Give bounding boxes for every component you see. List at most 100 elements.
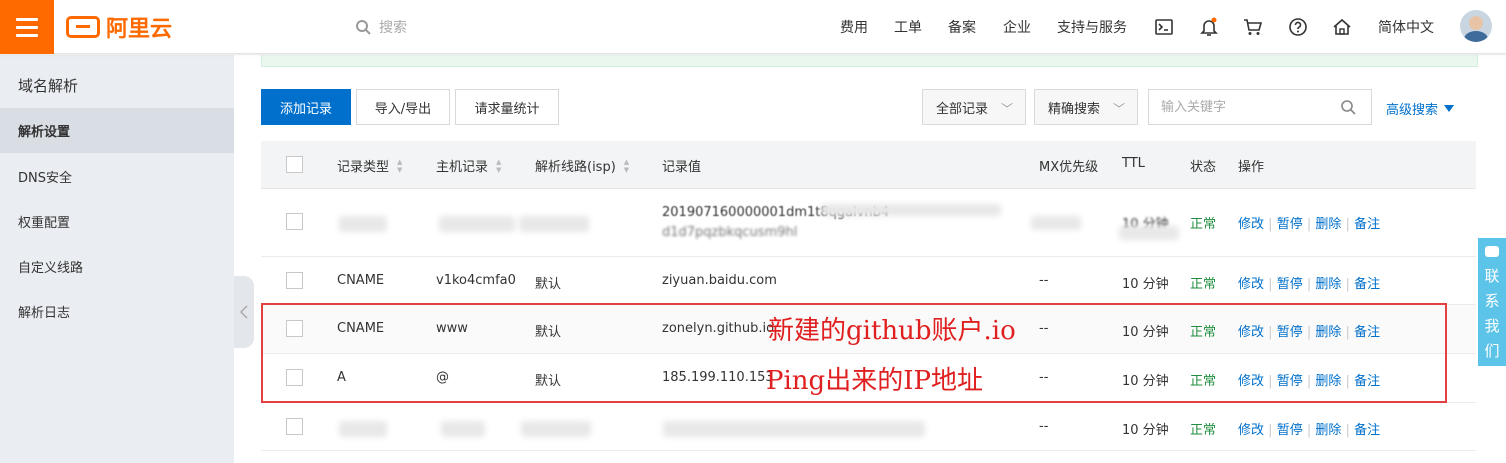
remark-link[interactable]: 备注 bbox=[1354, 374, 1380, 389]
select-all-checkbox[interactable] bbox=[286, 156, 303, 173]
nav-item-support[interactable]: 支持与服务 bbox=[1057, 17, 1127, 37]
status-badge: 正常 bbox=[1190, 217, 1217, 232]
nav-item-tickets[interactable]: 工单 bbox=[894, 17, 922, 37]
sidebar-item-label: 解析日志 bbox=[18, 306, 71, 321]
remark-link[interactable]: 备注 bbox=[1354, 423, 1380, 438]
col-host[interactable]: 主机记录 ▲ ▼ bbox=[436, 156, 501, 175]
annotation-github-io: 新建的github账户.io bbox=[768, 316, 1016, 346]
delete-link[interactable]: 删除 bbox=[1315, 374, 1341, 389]
resolve-line: 默认 bbox=[535, 374, 562, 389]
nav-enterprise[interactable]: 企业 bbox=[1003, 0, 1031, 54]
sidebar-item-custom-line[interactable]: 自定义线路 bbox=[0, 244, 234, 289]
row-checkbox[interactable] bbox=[286, 320, 303, 337]
col-value: 记录值 bbox=[662, 156, 701, 175]
nav-tickets[interactable]: 工单 bbox=[894, 0, 922, 54]
delete-link[interactable]: 删除 bbox=[1315, 277, 1341, 292]
nav-support[interactable]: 支持与服务 bbox=[1057, 0, 1127, 54]
home-icon[interactable] bbox=[1330, 15, 1354, 39]
delete-link[interactable]: 删除 bbox=[1315, 217, 1341, 232]
record-value: ziyuan.baidu.com bbox=[662, 273, 777, 288]
add-record-button[interactable]: 添加记录 bbox=[261, 89, 351, 125]
keyword-input[interactable] bbox=[1148, 89, 1372, 125]
status-badge: 正常 bbox=[1190, 423, 1217, 438]
advanced-search-label: 高级搜索 bbox=[1386, 103, 1439, 118]
status-badge: 正常 bbox=[1190, 325, 1217, 340]
remark-link[interactable]: 备注 bbox=[1354, 277, 1380, 292]
resolve-line: 默认 bbox=[535, 277, 562, 292]
avatar[interactable] bbox=[1460, 10, 1492, 42]
row-checkbox[interactable] bbox=[286, 369, 303, 386]
nav-item-filing[interactable]: 备案 bbox=[948, 17, 976, 37]
delete-link[interactable]: 删除 bbox=[1315, 423, 1341, 438]
language-switch[interactable]: 简体中文 bbox=[1378, 0, 1434, 54]
sidebar-item-log[interactable]: 解析日志 bbox=[0, 289, 234, 334]
sidebar-item-weight[interactable]: 权重配置 bbox=[0, 199, 234, 244]
global-search[interactable]: 搜索 bbox=[355, 16, 407, 38]
table-row: 201907160000001dm1t8qgalvnb4 d1d7pqzbkqc… bbox=[261, 190, 1476, 257]
terminal-icon[interactable] bbox=[1152, 15, 1176, 39]
sidebar-item-label: 权重配置 bbox=[18, 216, 71, 231]
collapse-sidebar-icon[interactable] bbox=[234, 276, 254, 348]
pause-link[interactable]: 暂停 bbox=[1277, 374, 1303, 389]
request-stats-button[interactable]: 请求量统计 bbox=[455, 89, 559, 125]
pause-link[interactable]: 暂停 bbox=[1277, 325, 1303, 340]
brand-logo[interactable]: 阿里云 bbox=[66, 12, 172, 42]
blurred-line bbox=[521, 421, 591, 437]
menu-icon[interactable] bbox=[0, 0, 54, 54]
col-line[interactable]: 解析线路(isp) ▲ ▼ bbox=[535, 156, 629, 175]
edit-link[interactable]: 修改 bbox=[1238, 217, 1264, 232]
sidebar-item-dns-security[interactable]: DNS安全 bbox=[0, 154, 234, 199]
table-header: 记录类型 ▲ ▼ 主机记录 ▲ ▼ 解析线路(isp) ▲ ▼ 记录值 MX优先级 TTL … bbox=[261, 141, 1476, 189]
blurred-value bbox=[821, 204, 1001, 216]
record-type: CNAME bbox=[337, 273, 385, 288]
ttl-value: 10 分钟 bbox=[1122, 277, 1169, 292]
ttl-value: 10 分钟 bbox=[1122, 325, 1169, 340]
blurred-ttl bbox=[1119, 226, 1179, 240]
pause-link[interactable]: 暂停 bbox=[1277, 277, 1303, 292]
search-mode-select[interactable]: 精确搜索 ﹀ bbox=[1034, 89, 1138, 125]
delete-link[interactable]: 删除 bbox=[1315, 325, 1341, 340]
col-host-label: 主机记录 bbox=[436, 160, 489, 175]
sidebar-item-settings[interactable]: 解析设置 bbox=[0, 108, 234, 153]
status-badge: 正常 bbox=[1190, 277, 1217, 292]
main-content: 添加记录 导入/导出 请求量统计 全部记录 ﹀ 精确搜索 ﹀ 高级搜索 记录类型… bbox=[234, 55, 1506, 463]
record-filter-select[interactable]: 全部记录 ﹀ bbox=[922, 89, 1026, 125]
row-checkbox[interactable] bbox=[286, 418, 303, 435]
mx-priority: -- bbox=[1039, 419, 1049, 434]
record-type: A bbox=[337, 370, 346, 385]
contact-us-tab[interactable]: 联 系 我 们 bbox=[1478, 238, 1506, 366]
nav-filing[interactable]: 备案 bbox=[948, 0, 976, 54]
bell-icon[interactable] bbox=[1197, 15, 1221, 39]
edit-link[interactable]: 修改 bbox=[1238, 374, 1264, 389]
search-icon[interactable] bbox=[1340, 99, 1356, 115]
pause-link[interactable]: 暂停 bbox=[1277, 217, 1303, 232]
import-export-button[interactable]: 导入/导出 bbox=[356, 89, 450, 125]
remark-link[interactable]: 备注 bbox=[1354, 217, 1380, 232]
col-mx-label: MX优先级 bbox=[1039, 160, 1099, 175]
mx-priority: -- bbox=[1039, 370, 1049, 385]
remark-link[interactable]: 备注 bbox=[1354, 325, 1380, 340]
blurred-host bbox=[441, 421, 485, 437]
advanced-search-link[interactable]: 高级搜索 bbox=[1386, 99, 1455, 118]
blurred-host bbox=[439, 216, 515, 232]
table-row: -- 10 分钟 正常 修改 | 暂停 | 删除 | 备注 bbox=[261, 403, 1476, 451]
nav-item-fees[interactable]: 费用 bbox=[840, 17, 868, 37]
nav-item-enterprise[interactable]: 企业 bbox=[1003, 17, 1031, 37]
record-value: zonelyn.github.io bbox=[662, 321, 775, 336]
col-type[interactable]: 记录类型 ▲ ▼ bbox=[337, 156, 402, 175]
edit-link[interactable]: 修改 bbox=[1238, 277, 1264, 292]
blurred-value bbox=[663, 421, 925, 437]
help-icon[interactable] bbox=[1286, 15, 1310, 39]
edit-link[interactable]: 修改 bbox=[1238, 423, 1264, 438]
edit-link[interactable]: 修改 bbox=[1238, 325, 1264, 340]
pause-link[interactable]: 暂停 bbox=[1277, 423, 1303, 438]
nav-fees[interactable]: 费用 bbox=[840, 0, 868, 54]
row-checkbox[interactable] bbox=[286, 272, 303, 289]
record-filter-value: 全部记录 bbox=[936, 101, 989, 117]
row-checkbox[interactable] bbox=[286, 213, 303, 230]
contact-char: 们 bbox=[1484, 342, 1500, 360]
language-label[interactable]: 简体中文 bbox=[1378, 17, 1434, 37]
cart-icon[interactable] bbox=[1241, 15, 1265, 39]
blurred-line bbox=[519, 216, 589, 232]
host-record: v1ko4cmfa0 bbox=[436, 273, 516, 288]
